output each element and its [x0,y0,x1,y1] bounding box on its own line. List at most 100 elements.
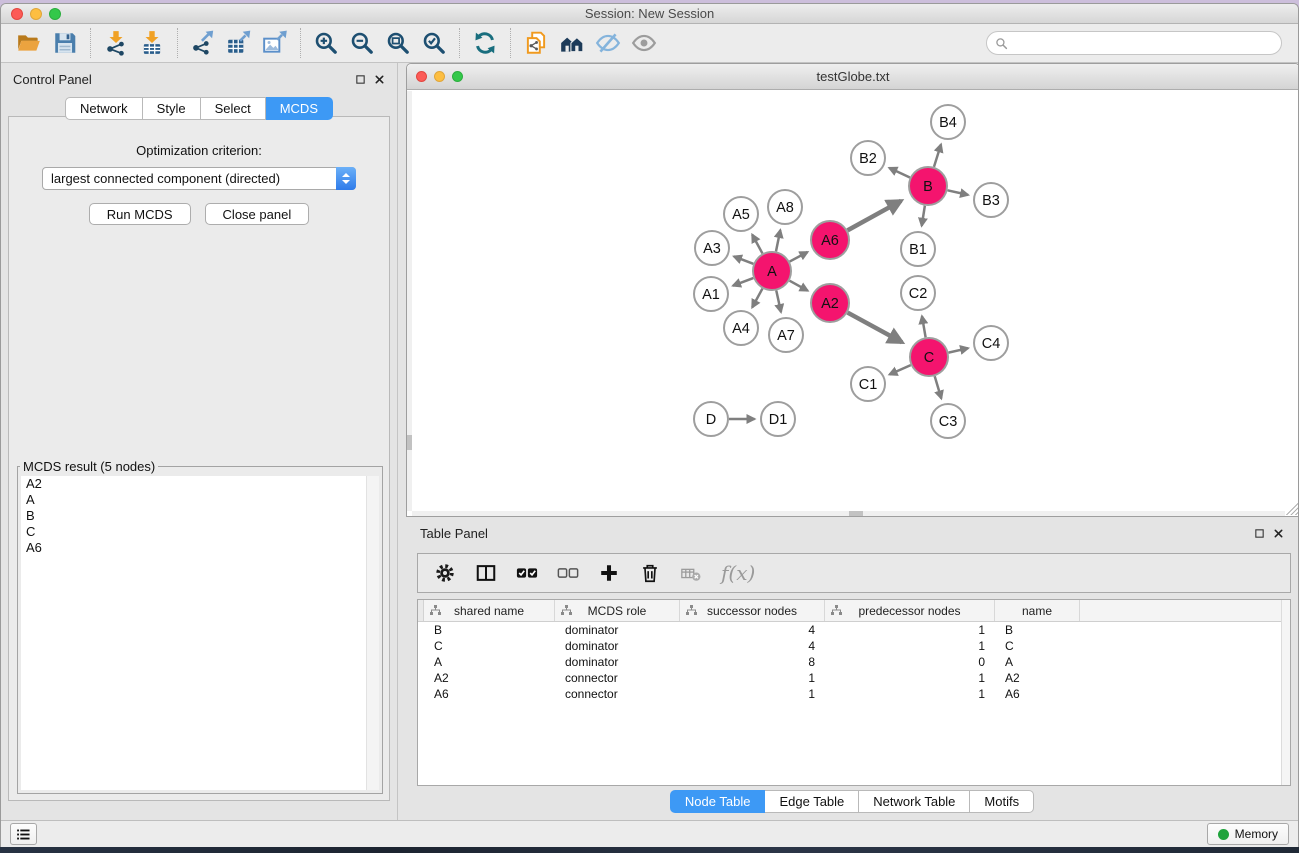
graph-edge-B-B3[interactable] [948,190,969,195]
function-builder-button[interactable]: f(x) [721,561,755,585]
close-panel-icon[interactable] [1273,528,1284,539]
zoom-out-button[interactable] [344,27,380,59]
graph-node-A1[interactable]: A1 [694,277,728,311]
table-cell[interactable]: A [424,655,555,669]
delete-columns-button[interactable] [639,562,661,584]
graph-edge-A-A8[interactable] [776,230,780,251]
graph-node-A5[interactable]: A5 [724,197,758,231]
column-header-mcds-role[interactable]: MCDS role [555,600,680,621]
table-cell[interactable]: 8 [680,655,825,669]
float-panel-icon[interactable] [355,74,366,85]
graph-edge-A-A6[interactable] [790,252,808,262]
graph-edge-A-A7[interactable] [776,291,781,313]
table-cell[interactable]: 4 [680,623,825,637]
mcds-result-item[interactable]: B [21,508,379,524]
graph-node-A3[interactable]: A3 [695,231,729,265]
import-network-button[interactable] [98,27,134,59]
vertical-scrollbar[interactable] [407,91,412,511]
table-cell[interactable]: 1 [680,687,825,701]
add-column-button[interactable] [598,562,620,584]
first-neighbors-button[interactable] [554,27,590,59]
column-header-name[interactable]: name [995,600,1080,621]
graph-edge-B-B2[interactable] [889,168,910,178]
task-history-button[interactable] [10,823,37,845]
table-cell[interactable]: 0 [825,655,995,669]
graph-node-A8[interactable]: A8 [768,190,802,224]
table-cell[interactable]: 1 [825,671,995,685]
graph-node-A[interactable]: A [753,252,791,290]
table-cell[interactable]: C [995,639,1080,653]
table-cell[interactable]: dominator [555,623,680,637]
select-all-columns-button[interactable] [516,562,538,584]
network-zoom-button[interactable] [452,71,463,82]
column-header-predecessor-nodes[interactable]: predecessor nodes [825,600,995,621]
table-cell[interactable]: 1 [825,623,995,637]
graph-edge-C-C2[interactable] [922,316,926,337]
float-panel-icon[interactable] [1254,528,1265,539]
table-cell[interactable]: A6 [995,687,1080,701]
import-table-button[interactable] [134,27,170,59]
export-table-button[interactable] [221,27,257,59]
network-canvas[interactable]: AA1A2A3A4A5A6A7A8BB1B2B3B4CC1C2C3C4DD1 [407,91,1299,516]
graph-node-D1[interactable]: D1 [761,402,795,436]
table-settings-button[interactable] [434,562,456,584]
zoom-fit-button[interactable] [380,27,416,59]
tab-style[interactable]: Style [143,97,201,120]
table-cell[interactable]: 1 [680,671,825,685]
tab-network-table[interactable]: Network Table [859,790,970,813]
graph-node-B1[interactable]: B1 [901,232,935,266]
graph-node-A7[interactable]: A7 [769,318,803,352]
graph-node-C2[interactable]: C2 [901,276,935,310]
graph-edge-C-C4[interactable] [949,348,969,352]
mcds-result-item[interactable]: A [21,492,379,508]
minimize-window-button[interactable] [30,8,42,20]
table-cell[interactable]: 1 [825,687,995,701]
optimization-criterion-select[interactable]: largest connected component (directed) [42,167,356,190]
run-mcds-button[interactable]: Run MCDS [89,203,191,225]
table-cell[interactable]: A6 [424,687,555,701]
table-cell[interactable]: 1 [825,639,995,653]
table-cell[interactable]: dominator [555,655,680,669]
network-close-button[interactable] [416,71,427,82]
graph-edge-B-B4[interactable] [934,144,941,166]
duplicate-network-button[interactable] [518,27,554,59]
show-all-button[interactable] [626,27,662,59]
graph-node-A4[interactable]: A4 [724,311,758,345]
zoom-in-button[interactable] [308,27,344,59]
graph-edge-A-A3[interactable] [734,256,753,263]
graph-node-B3[interactable]: B3 [974,183,1008,217]
graph-node-B2[interactable]: B2 [851,141,885,175]
open-session-button[interactable] [11,27,47,59]
graph-edge-C-C1[interactable] [889,365,910,374]
graph-edge-A6-B[interactable] [848,201,902,231]
tab-motifs[interactable]: Motifs [970,790,1034,813]
refresh-layout-button[interactable] [467,27,503,59]
list-scrollbar[interactable] [366,476,379,790]
export-network-button[interactable] [185,27,221,59]
table-cell[interactable]: connector [555,687,680,701]
graph-node-B4[interactable]: B4 [931,105,965,139]
graph-node-B[interactable]: B [909,167,947,205]
table-scrollbar[interactable] [1281,600,1290,785]
memory-button[interactable]: Memory [1207,823,1289,845]
graph-edge-A-A5[interactable] [752,235,762,254]
mcds-result-item[interactable]: A6 [21,540,379,556]
table-row[interactable]: Adominator80A [418,654,1290,670]
table-cell[interactable]: A2 [995,671,1080,685]
graph-edge-A-A1[interactable] [733,278,753,286]
table-row[interactable]: A2connector11A2 [418,670,1290,686]
graph-node-C4[interactable]: C4 [974,326,1008,360]
close-panel-icon[interactable] [374,74,385,85]
table-row[interactable]: Cdominator41C [418,638,1290,654]
table-row[interactable]: Bdominator41B [418,622,1290,638]
close-window-button[interactable] [11,8,23,20]
table-cell[interactable]: B [995,623,1080,637]
graph-node-C[interactable]: C [910,338,948,376]
table-cell[interactable]: A [995,655,1080,669]
unselect-all-columns-button[interactable] [557,562,579,584]
graph-edge-A2-C[interactable] [848,313,902,343]
tab-mcds[interactable]: MCDS [266,97,333,120]
save-session-button[interactable] [47,27,83,59]
graph-edge-A-A2[interactable] [790,281,808,291]
tab-select[interactable]: Select [201,97,266,120]
